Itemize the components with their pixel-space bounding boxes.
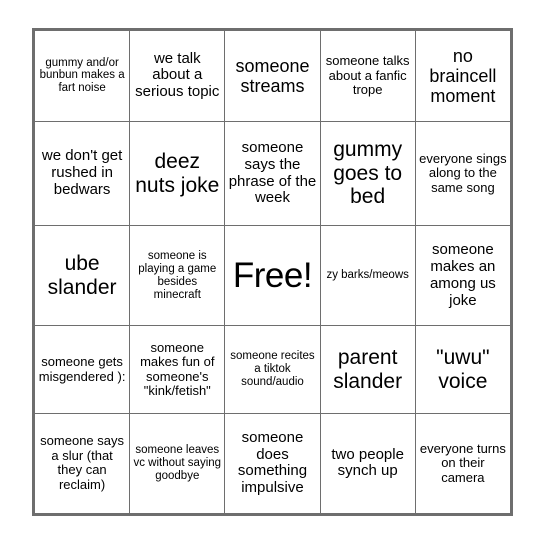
bingo-row: we don't get rushed in bedwars deez nuts …: [33, 120, 512, 227]
bingo-cell[interactable]: someone says a slur (that they can recla…: [33, 412, 131, 515]
bingo-row: someone says a slur (that they can recla…: [33, 412, 512, 515]
bingo-cell-label: someone gets misgendered ):: [38, 354, 126, 384]
bingo-cell[interactable]: no braincell moment: [414, 30, 512, 122]
bingo-cell-label: someone talks about a fanfic trope: [325, 53, 410, 98]
bingo-grid: gummy and/or bunbun makes a fart noise we…: [33, 30, 512, 515]
bingo-cell-label: "uwu" voice: [436, 346, 490, 393]
bingo-cell-label: everyone turns on their camera: [419, 440, 506, 485]
bingo-cell-label: someone makes fun of someone's "kink/fet…: [140, 339, 215, 399]
bingo-cell[interactable]: gummy and/or bunbun makes a fart noise: [33, 30, 131, 122]
bingo-cell-label: Free!: [232, 256, 313, 296]
bingo-cell-label: gummy goes to bed: [333, 138, 403, 209]
bingo-cell[interactable]: someone recites a tiktok sound/audio: [224, 325, 321, 414]
bingo-cell-label: no braincell moment: [429, 45, 497, 106]
bingo-cell[interactable]: two people synch up: [319, 412, 416, 515]
bingo-cell[interactable]: deez nuts joke: [129, 120, 226, 227]
bingo-cell[interactable]: someone makes fun of someone's "kink/fet…: [129, 325, 226, 414]
bingo-row: gummy and/or bunbun makes a fart noise we…: [33, 30, 512, 122]
bingo-card: gummy and/or bunbun makes a fart noise we…: [32, 28, 513, 516]
bingo-cell-label: parent slander: [333, 346, 403, 393]
bingo-grid-body: gummy and/or bunbun makes a fart noise we…: [33, 30, 512, 515]
bingo-cell-label: someone streams: [235, 55, 310, 96]
bingo-cell[interactable]: everyone sings along to the same song: [414, 120, 512, 227]
bingo-free-space[interactable]: Free!: [224, 225, 321, 327]
bingo-cell-label: someone recites a tiktok sound/audio: [230, 350, 315, 389]
bingo-cell[interactable]: someone gets misgendered ):: [33, 325, 131, 414]
bingo-cell-label: ube slander: [47, 252, 117, 299]
bingo-row: someone gets misgendered ): someone makes…: [33, 325, 512, 414]
bingo-cell-label: we don't get rushed in bedwars: [41, 147, 123, 198]
bingo-cell[interactable]: someone talks about a fanfic trope: [319, 30, 416, 122]
bingo-cell-label: someone does something impulsive: [237, 428, 308, 497]
bingo-cell[interactable]: we don't get rushed in bedwars: [33, 120, 131, 227]
bingo-cell-label: deez nuts joke: [135, 150, 220, 197]
bingo-cell[interactable]: gummy goes to bed: [319, 120, 416, 227]
bingo-cell-label: two people synch up: [331, 445, 404, 480]
bingo-cell-label: gummy and/or bunbun makes a fart noise: [39, 56, 125, 95]
bingo-cell[interactable]: parent slander: [319, 325, 416, 414]
bingo-cell[interactable]: "uwu" voice: [414, 325, 512, 414]
bingo-cell[interactable]: someone leaves vc without saying goodbye: [129, 412, 226, 515]
bingo-cell[interactable]: someone is playing a game besides minecr…: [129, 225, 226, 327]
bingo-cell[interactable]: zy barks/meows: [319, 225, 416, 327]
bingo-cell[interactable]: someone does something impulsive: [224, 412, 321, 515]
bingo-cell-label: someone says the phrase of the week: [228, 138, 317, 207]
bingo-cell[interactable]: someone makes an among us joke: [414, 225, 512, 327]
bingo-cell-label: someone says a slur (that they can recla…: [40, 433, 124, 493]
bingo-cell[interactable]: someone says the phrase of the week: [224, 120, 321, 227]
bingo-cell[interactable]: everyone turns on their camera: [414, 412, 512, 515]
bingo-cell[interactable]: someone streams: [224, 30, 321, 122]
bingo-cell-label: zy barks/meows: [326, 269, 409, 282]
bingo-cell-label: someone is playing a game besides minecr…: [138, 250, 217, 301]
bingo-cell-label: we talk about a serious topic: [135, 49, 220, 101]
bingo-row: ube slander someone is playing a game bes…: [33, 225, 512, 327]
bingo-cell-label: everyone sings along to the same song: [419, 150, 507, 195]
bingo-cell-label: someone makes an among us joke: [429, 241, 496, 309]
bingo-cell-label: someone leaves vc without saying goodbye: [133, 444, 222, 482]
bingo-cell[interactable]: ube slander: [33, 225, 131, 327]
bingo-cell[interactable]: we talk about a serious topic: [129, 30, 226, 122]
